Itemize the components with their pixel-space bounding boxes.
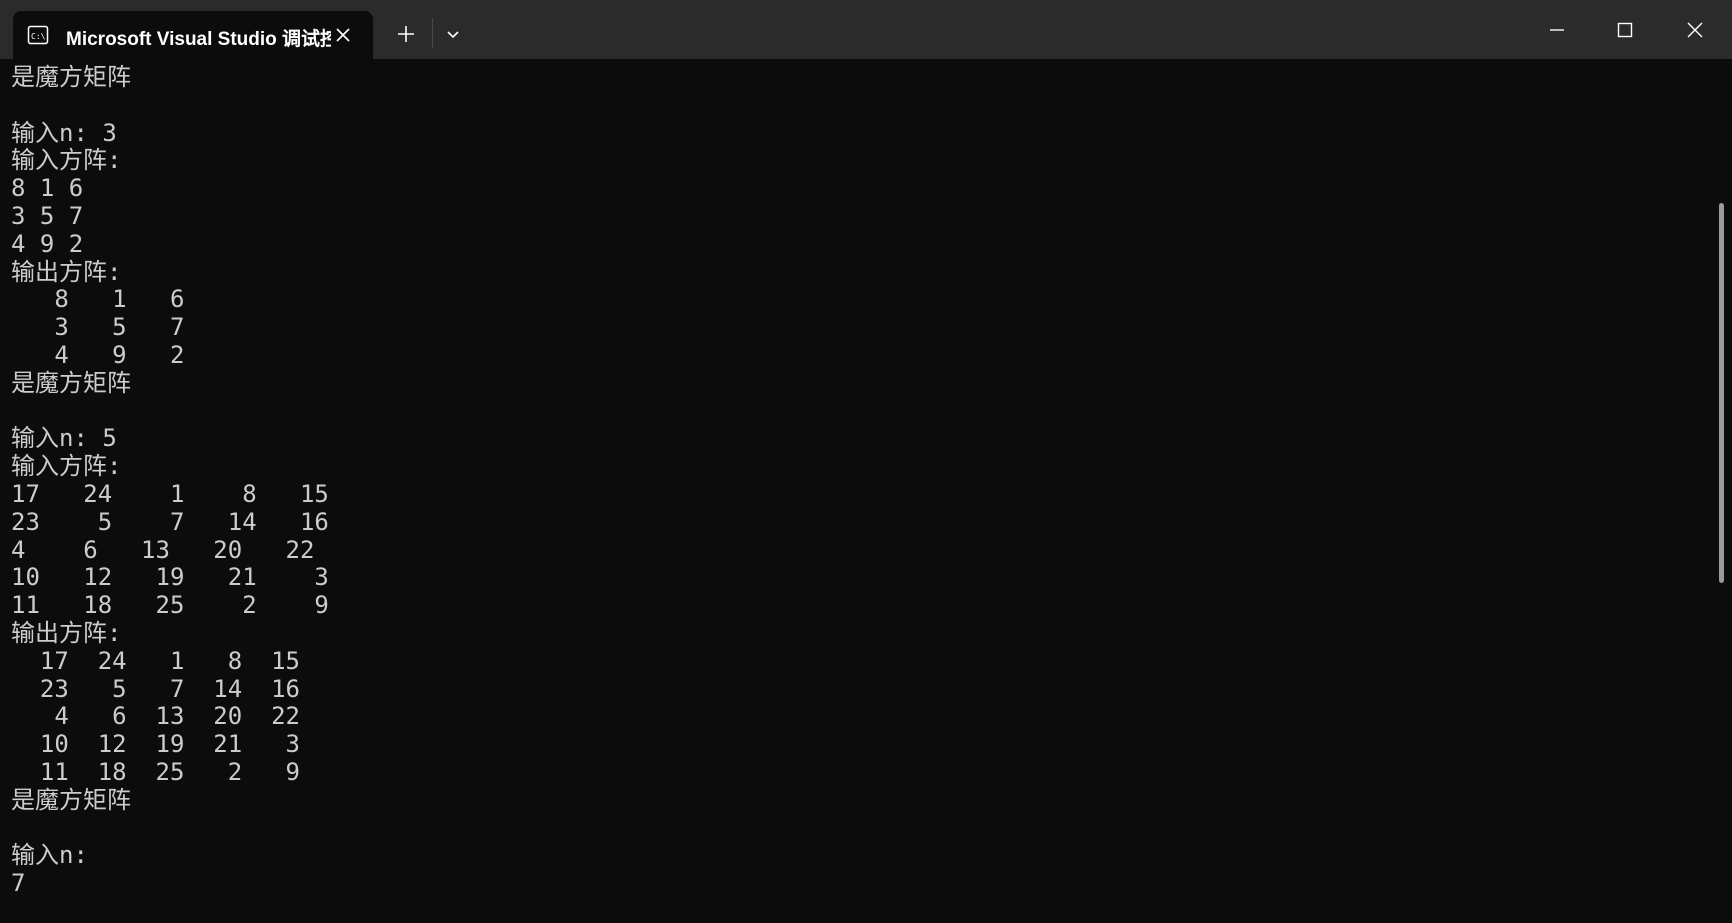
console-line: 23 5 7 14 16 (11, 507, 329, 536)
console-app-icon: C:\ (27, 25, 49, 45)
console-output[interactable]: 是魔方矩阵 输入n: 3 输入方阵: 8 1 63 5 74 9 2 输出方阵: 8 1… (11, 64, 1711, 923)
console-line: 输出方阵: (11, 618, 122, 647)
new-tab-button[interactable] (392, 20, 420, 48)
console-line: 7 (11, 869, 26, 898)
console-line: 4 9 2 (11, 340, 185, 369)
console-line: 3 5 7 (11, 201, 84, 230)
console-line: 3 5 7 (11, 313, 185, 342)
console-line: 10 12 19 21 3 (11, 730, 300, 759)
title-bar[interactable]: C:\ Microsoft Visual Studio 调试控制台 (0, 0, 1732, 59)
console-line: 输出方阵: (11, 257, 122, 286)
minimize-icon[interactable] (1527, 8, 1587, 52)
close-window-icon[interactable] (1665, 8, 1725, 52)
console-line: 17 24 1 8 15 (11, 479, 329, 508)
console-line: 4 9 2 (11, 229, 84, 258)
console-line: 23 5 7 14 16 (11, 674, 300, 703)
console-line: 8 1 6 (11, 174, 84, 203)
console-line: 输入n: 3 (11, 118, 117, 147)
console-line: 8 1 6 (11, 285, 185, 314)
console-line: 输入n: 5 (11, 424, 117, 453)
console-line: 11 18 25 2 9 (11, 591, 329, 620)
tab-active[interactable]: C:\ Microsoft Visual Studio 调试控制台 (13, 11, 373, 59)
console-line: 11 18 25 2 9 (11, 757, 300, 786)
console-line: 4 6 13 20 22 (11, 702, 300, 731)
tab-title: Microsoft Visual Studio 调试控制台 (66, 29, 331, 50)
console-line: 是魔方矩阵 (11, 368, 131, 397)
console-line: 输入方阵: (11, 452, 122, 481)
close-tab-icon[interactable] (332, 24, 354, 46)
maximize-icon[interactable] (1595, 8, 1655, 52)
console-line: 17 24 1 8 15 (11, 646, 300, 675)
console-line: 4 6 13 20 22 (11, 535, 315, 564)
svg-text:C:\: C:\ (31, 32, 46, 41)
tab-separator (432, 18, 433, 48)
console-line: 输入n: (11, 841, 88, 870)
console-line: 输入方阵: (11, 146, 122, 175)
console-line: 是魔方矩阵 (11, 785, 131, 814)
console-line: 10 12 19 21 3 (11, 563, 329, 592)
chevron-down-icon[interactable] (439, 20, 467, 48)
console-line: 是魔方矩阵 (11, 64, 131, 91)
terminal-window: C:\ Microsoft Visual Studio 调试控制台 是魔方矩阵输… (0, 0, 1732, 923)
scrollbar-thumb[interactable] (1719, 203, 1724, 583)
